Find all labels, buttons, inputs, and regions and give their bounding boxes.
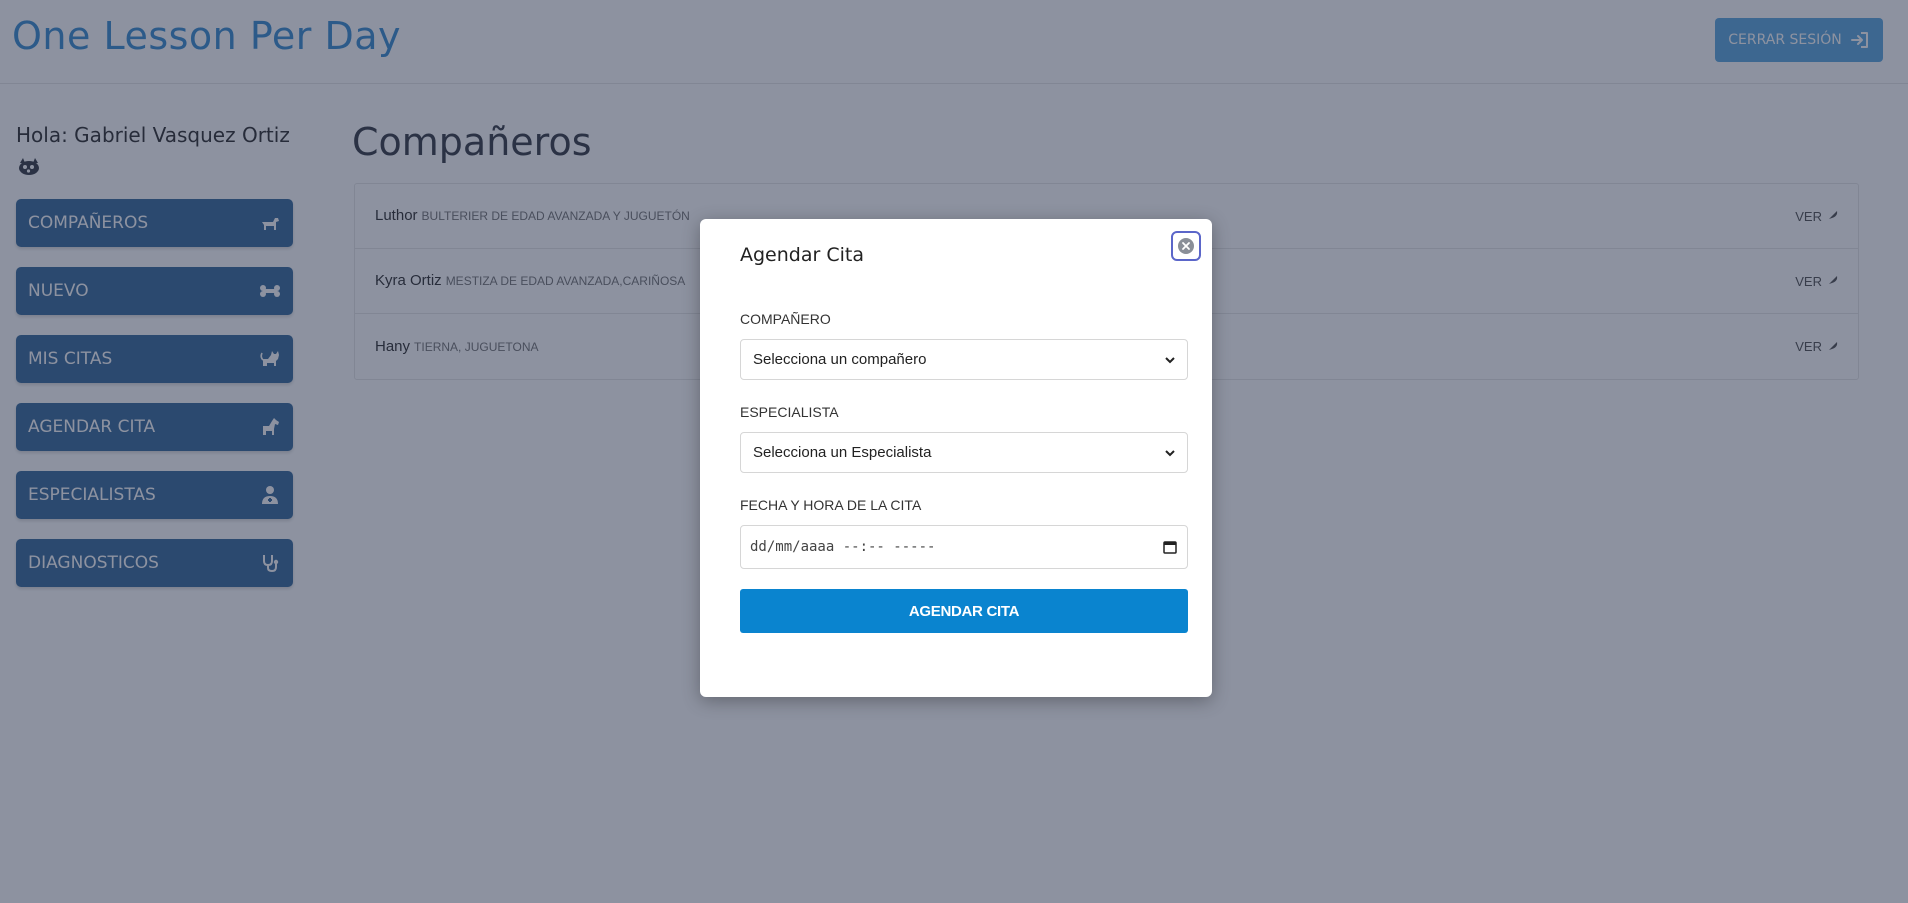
close-button[interactable] xyxy=(1171,231,1201,261)
specialist-select-value: Selecciona un Especialista xyxy=(753,444,932,461)
schedule-appointment-button[interactable]: AGENDAR CITA xyxy=(740,589,1188,633)
companion-select-value: Selecciona un compañero xyxy=(753,351,927,368)
close-icon xyxy=(1178,238,1194,254)
datetime-input[interactable]: dd/mm/aaaa --:-- ----- xyxy=(740,525,1188,569)
companion-label: COMPAÑERO xyxy=(740,311,831,327)
chevron-down-icon xyxy=(1165,449,1175,456)
datetime-label: FECHA Y HORA DE LA CITA xyxy=(740,497,922,513)
schedule-appointment-modal: Agendar Cita COMPAÑERO Selecciona un com… xyxy=(700,219,1212,697)
calendar-icon[interactable] xyxy=(1163,540,1177,554)
chevron-down-icon xyxy=(1165,356,1175,363)
companion-select[interactable]: Selecciona un compañero xyxy=(740,339,1188,380)
modal-title: Agendar Cita xyxy=(740,244,864,266)
specialist-select[interactable]: Selecciona un Especialista xyxy=(740,432,1188,473)
specialist-label: ESPECIALISTA xyxy=(740,404,839,420)
datetime-input-value: dd/mm/aaaa --:-- ----- xyxy=(750,539,936,555)
